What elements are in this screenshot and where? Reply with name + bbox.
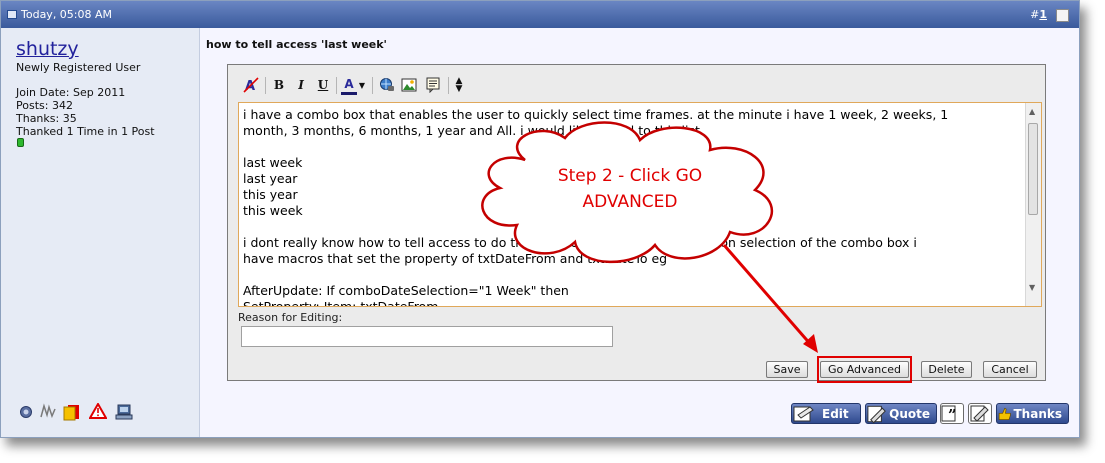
callout-line-2: ADVANCED: [582, 192, 678, 212]
post-number-link[interactable]: 1: [1039, 8, 1047, 21]
reply-icon: [970, 405, 989, 422]
post-header-bar: Today, 05:08 AM #1: [1, 1, 1079, 28]
save-button[interactable]: Save: [766, 361, 808, 378]
quote-icon[interactable]: [424, 75, 442, 95]
italic-button[interactable]: I: [292, 75, 310, 95]
callout-text: Step 2 - Click GO ADVANCED: [520, 163, 740, 215]
report-card-icon[interactable]: [62, 403, 80, 421]
quote-post-icon: [867, 405, 886, 423]
online-status-icon: [17, 138, 24, 147]
thanks-button[interactable]: Thanks: [996, 403, 1069, 424]
warning-icon[interactable]: [88, 401, 108, 421]
quote-label: Quote: [889, 406, 930, 421]
chevron-down-icon[interactable]: ▼: [358, 75, 366, 95]
toolbar-separator: [448, 77, 449, 94]
bold-button[interactable]: B: [270, 75, 288, 95]
post-number-prefix: #: [1030, 8, 1040, 21]
multiquote-checkbox[interactable]: [1056, 9, 1069, 22]
go-advanced-button[interactable]: Go Advanced: [820, 361, 909, 378]
multiquote-icon: ”: [941, 405, 957, 423]
toolbar-separator: [265, 77, 266, 94]
callout-line-1: Step 2 - Click GO: [557, 166, 703, 186]
underline-button[interactable]: U: [314, 75, 332, 95]
delete-button[interactable]: Delete: [921, 361, 972, 378]
remove-format-icon[interactable]: A: [242, 75, 260, 95]
reason-label: Reason for Editing:: [238, 311, 343, 324]
thanked-count: Thanked 1 Time in 1 Post: [16, 125, 155, 138]
post-date: Today, 05:08 AM: [21, 8, 113, 21]
reputation-icon[interactable]: [39, 403, 57, 421]
user-stats: Join Date: Sep 2011 Posts: 342 Thanks: 3…: [16, 86, 155, 138]
post-count: Posts: 342: [16, 99, 73, 112]
edit-icon: [793, 405, 814, 421]
post-date-icon: [7, 10, 17, 19]
scroll-down-icon[interactable]: ▼: [1029, 283, 1035, 292]
multiquote-button[interactable]: ”: [940, 403, 964, 424]
username-link[interactable]: shutzy: [16, 38, 79, 60]
font-color-button[interactable]: A: [341, 75, 357, 95]
insert-image-icon[interactable]: [400, 75, 418, 95]
user-title: Newly Registered User: [16, 61, 141, 74]
join-date: Join Date: Sep 2011: [16, 86, 126, 99]
thanks-label: Thanks: [1013, 406, 1063, 421]
reason-input[interactable]: [241, 326, 613, 347]
status-icon[interactable]: [19, 403, 37, 421]
scroll-up-icon[interactable]: ▲: [1029, 107, 1035, 116]
toolbar-separator: [372, 77, 373, 94]
post-container: Today, 05:08 AM #1 shutzy Newly Register…: [0, 0, 1080, 438]
reply-button[interactable]: [968, 403, 992, 424]
thanks-hand-icon: [998, 407, 1011, 420]
quick-edit-box: A B I U A ▼ ▲▼: [227, 64, 1046, 383]
edit-label: Edit: [822, 406, 849, 421]
insert-link-icon[interactable]: [378, 75, 396, 95]
thanks-count: Thanks: 35: [16, 112, 77, 125]
post-number[interactable]: #1: [1030, 8, 1047, 21]
resize-arrows-icon[interactable]: ▲ ▼: [452, 75, 466, 95]
user-info-panel: shutzy Newly Registered User Join Date: …: [1, 28, 200, 437]
quote-button[interactable]: Quote: [865, 403, 937, 424]
textarea-scrollbar[interactable]: ▲ ▼: [1025, 103, 1041, 306]
svg-text:”: ”: [948, 406, 957, 423]
cancel-button[interactable]: Cancel: [983, 361, 1037, 378]
toolbar-separator: [336, 77, 337, 94]
post-title: how to tell access 'last week': [206, 38, 387, 51]
ip-address-icon[interactable]: [115, 403, 133, 421]
edit-button[interactable]: Edit: [791, 403, 861, 424]
scroll-thumb[interactable]: [1028, 123, 1038, 215]
post-content: how to tell access 'last week' A B I U A…: [201, 28, 1079, 437]
